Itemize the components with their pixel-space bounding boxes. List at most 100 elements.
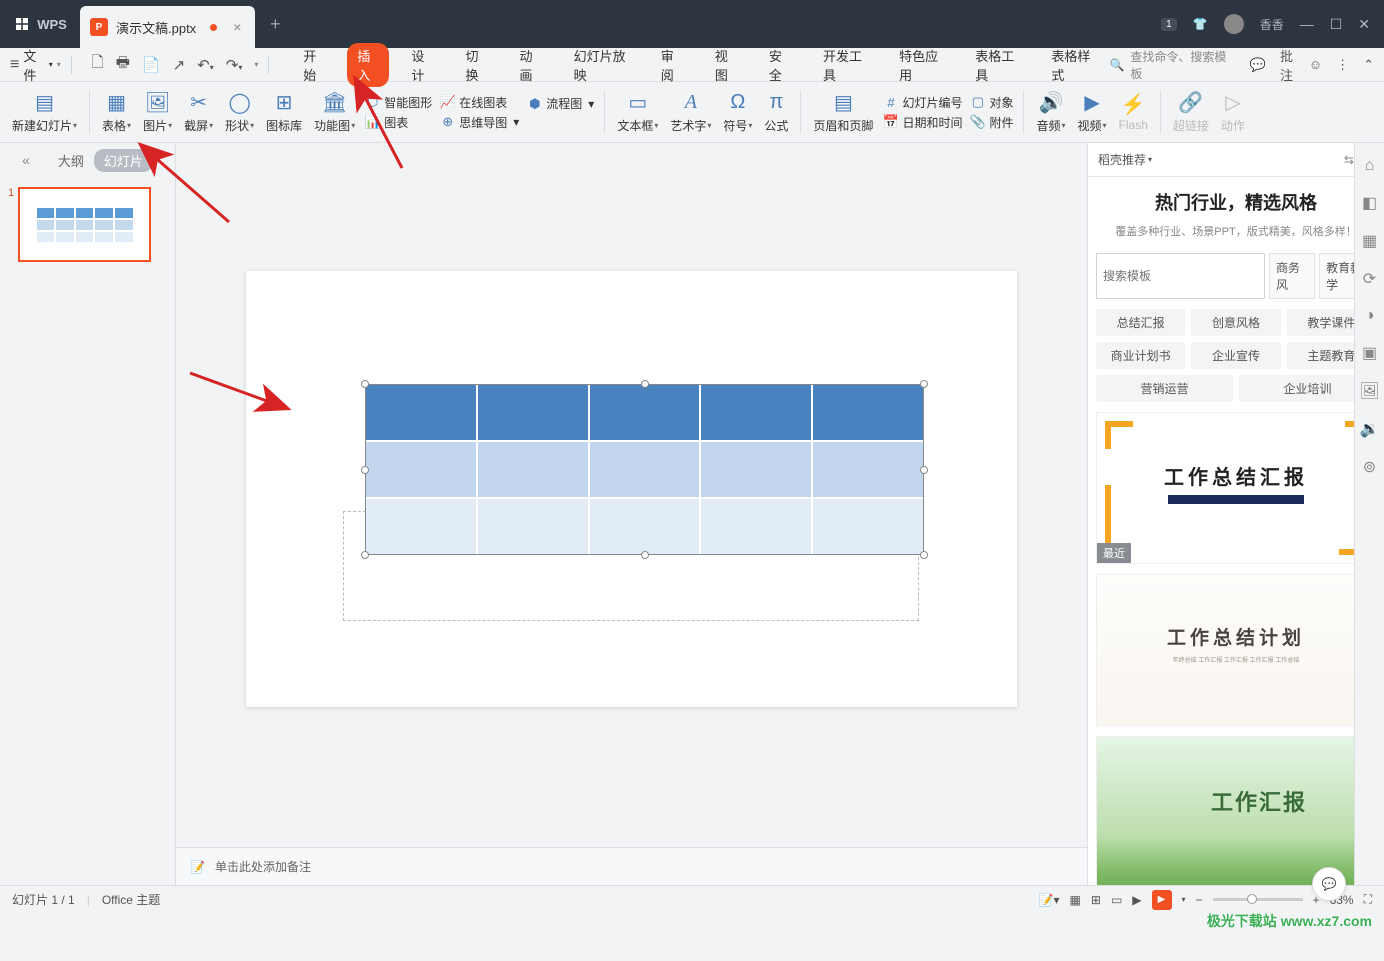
slideshow-view-icon[interactable]: ▶ — [1132, 893, 1141, 907]
close-window-button[interactable]: ✕ — [1358, 16, 1370, 33]
file-dropdown-icon[interactable]: ▾ — [57, 60, 61, 69]
strip-format-icon[interactable]: ▦ — [1362, 231, 1377, 251]
notification-badge[interactable]: 1 — [1161, 18, 1177, 31]
strip-sound-icon[interactable]: 🔉 — [1360, 419, 1380, 439]
slide-number-button[interactable]: #幻灯片编号 — [883, 94, 962, 111]
table-button[interactable]: ▦ 表格▾ — [96, 91, 137, 134]
strip-effect-icon[interactable]: ⊚ — [1363, 457, 1376, 477]
picture-button[interactable]: 🖼 图片▾ — [137, 91, 178, 134]
chart-button[interactable]: 📊图表 — [365, 114, 432, 131]
notes-pane[interactable]: 📝 单击此处添加备注 — [176, 847, 1087, 885]
normal-view-icon[interactable]: ▦ — [1070, 893, 1081, 907]
strip-home-icon[interactable]: ⌂ — [1365, 157, 1375, 175]
video-button[interactable]: ▶ 视频▾ — [1072, 91, 1113, 134]
comment-icon[interactable]: 💬 — [1250, 57, 1266, 73]
audio-button[interactable]: 🔊 音频▾ — [1030, 91, 1071, 134]
wps-home-button[interactable]: WPS — [0, 0, 80, 48]
symbol-button[interactable]: Ω 符号▾ — [717, 91, 758, 134]
tab-features[interactable]: 特色应用 — [889, 43, 953, 87]
header-footer-button[interactable]: ▤ 页眉和页脚 — [807, 91, 879, 134]
print-icon[interactable]: 🖶 — [116, 52, 130, 77]
apparel-icon[interactable]: 👕 — [1193, 17, 1208, 31]
collapse-ribbon-icon[interactable]: ⌃ — [1363, 57, 1374, 73]
cat-summary[interactable]: 总结汇报 — [1096, 309, 1185, 336]
tab-review[interactable]: 审阅 — [651, 43, 693, 87]
cat-bizplan[interactable]: 商业计划书 — [1096, 342, 1185, 369]
new-tab-button[interactable]: + — [255, 0, 295, 48]
zoom-out-icon[interactable]: − — [1196, 893, 1203, 907]
strip-image-icon[interactable]: 🖼 — [1359, 381, 1379, 401]
strip-animate-icon[interactable]: ⟳ — [1363, 269, 1376, 289]
file-menu[interactable]: 文件▾ — [23, 46, 52, 84]
panel-settings-icon[interactable]: ⇆ — [1344, 153, 1354, 167]
shape-button[interactable]: ◯ 形状▾ — [219, 91, 260, 134]
minimize-button[interactable]: — — [1300, 16, 1314, 32]
template-card-3[interactable]: 工作汇报 — [1096, 736, 1376, 885]
slide[interactable] — [246, 271, 1017, 707]
online-chart-button[interactable]: 📈在线图表 — [440, 94, 519, 111]
tab-start[interactable]: 开始 — [293, 43, 335, 87]
tab-tabletools[interactable]: 表格工具 — [965, 43, 1029, 87]
zoom-slider[interactable] — [1213, 898, 1303, 901]
screenshot-button[interactable]: ✂ 截屏▾ — [178, 91, 219, 134]
mindmap-button[interactable]: ⊕思维导图▾ — [440, 114, 519, 131]
slides-tab[interactable]: 幻灯片 — [94, 149, 153, 172]
batch-label[interactable]: 批注 — [1280, 46, 1295, 84]
maximize-button[interactable]: ☐ — [1330, 16, 1343, 33]
tab-slideshow[interactable]: 幻灯片放映 — [564, 43, 639, 87]
command-search[interactable]: 🔍 查找命令、搜索模板 — [1109, 48, 1227, 82]
tab-security[interactable]: 安全 — [759, 43, 801, 87]
user-avatar[interactable] — [1224, 14, 1244, 34]
textbox-button[interactable]: ▭ 文本框▾ — [611, 91, 664, 134]
template-card-1[interactable]: 工作总结汇报 最近 — [1096, 412, 1376, 564]
cat-marketing[interactable]: 营销运营 — [1096, 375, 1233, 402]
play-button[interactable]: ▶ — [1152, 890, 1172, 910]
undo-icon[interactable]: ↶▾ — [197, 56, 214, 74]
collapse-panel-icon[interactable]: « — [22, 152, 30, 168]
save-icon[interactable]: 🗋 — [92, 52, 104, 77]
export-icon[interactable]: ↗ — [173, 56, 186, 74]
inserted-table[interactable] — [365, 384, 924, 555]
print-preview-icon[interactable]: 📄 — [142, 56, 161, 74]
slide-thumbnail[interactable] — [18, 187, 151, 262]
reading-view-icon[interactable]: ▭ — [1111, 893, 1122, 907]
function-chart-button[interactable]: 🏛 功能图▾ — [308, 91, 361, 134]
flowchart-button[interactable]: ⬢流程图▾ — [527, 95, 594, 112]
tab-design[interactable]: 设计 — [401, 43, 443, 87]
outline-tab[interactable]: 大纲 — [58, 151, 84, 170]
cat-corp[interactable]: 企业宣传 — [1191, 342, 1280, 369]
smart-graphic-button[interactable]: ⬡智能图形 — [365, 94, 432, 111]
qat-more-icon[interactable]: ▾ — [254, 60, 258, 69]
redo-icon[interactable]: ↷▾ — [226, 56, 243, 74]
document-tab[interactable]: P 演示文稿.pptx × — [80, 6, 255, 48]
tab-insert[interactable]: 插入 — [347, 43, 389, 87]
tab-transition[interactable]: 切换 — [455, 43, 497, 87]
sorter-view-icon[interactable]: ⊞ — [1091, 893, 1101, 907]
chat-bubble-button[interactable]: 💬 — [1312, 867, 1346, 901]
template-card-2[interactable]: 工作总结计划 年终总结 工作汇报 工作汇报 工作汇报 工作总结 — [1096, 574, 1376, 726]
tab-devtools[interactable]: 开发工具 — [813, 43, 877, 87]
template-search-input[interactable] — [1096, 253, 1265, 299]
formula-button[interactable]: π 公式 — [758, 91, 794, 134]
close-tab-icon[interactable]: × — [233, 19, 241, 35]
smile-icon[interactable]: ☺ — [1309, 57, 1322, 72]
new-slide-button[interactable]: ▤ 新建幻灯片▾ — [6, 91, 83, 134]
filter-business[interactable]: 商务风 — [1269, 253, 1315, 299]
play-dropdown-icon[interactable]: ▾ — [1182, 895, 1186, 904]
icon-library-button[interactable]: ⊞ 图标库 — [260, 91, 308, 134]
strip-layers-icon[interactable]: ◧ — [1362, 193, 1377, 213]
panel-dropdown-icon[interactable]: ▾ — [1148, 155, 1152, 164]
datetime-button[interactable]: 📅日期和时间 — [883, 114, 962, 131]
cat-creative[interactable]: 创意风格 — [1191, 309, 1280, 336]
wordart-button[interactable]: A 艺术字▾ — [664, 91, 717, 134]
tab-tablestyle[interactable]: 表格样式 — [1041, 43, 1105, 87]
tab-animation[interactable]: 动画 — [510, 43, 552, 87]
strip-user-icon[interactable]: ◑ — [1365, 307, 1375, 325]
fit-to-window-icon[interactable]: ⛶ — [1364, 892, 1372, 907]
tab-view[interactable]: 视图 — [705, 43, 747, 87]
notes-toggle-icon[interactable]: 📝▾ — [1039, 893, 1060, 907]
menu-icon[interactable]: ≡ — [10, 56, 19, 74]
object-button[interactable]: ▢对象 — [970, 94, 1013, 111]
strip-layout-icon[interactable]: ▣ — [1362, 343, 1377, 363]
attachment-button[interactable]: 📎附件 — [970, 114, 1013, 131]
